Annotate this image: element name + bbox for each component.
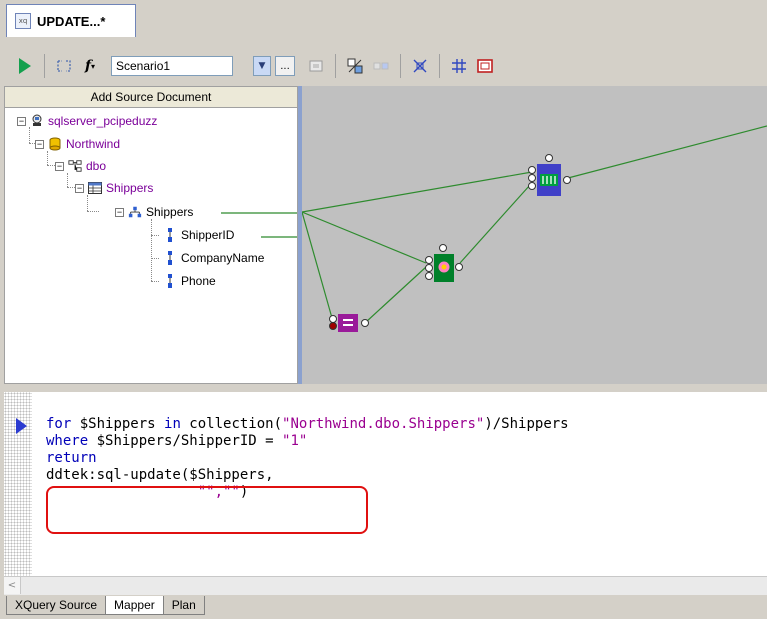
toolbar-separator — [400, 54, 401, 78]
run-icon — [19, 58, 31, 74]
tree-link-stubs — [221, 212, 297, 238]
document-tab-title: UPDATE...* — [37, 13, 106, 29]
xquery-editor[interactable]: for $Shippers in collection("Northwind.d… — [4, 392, 767, 576]
mapper-node-sql-update[interactable] — [528, 154, 571, 197]
code-token: $Shippers — [71, 416, 165, 432]
code-token: return — [46, 450, 97, 466]
mapper-node-equals[interactable] — [329, 314, 369, 332]
add-source-document-button[interactable]: Add Source Document — [5, 87, 297, 108]
view-tabs: XQuery Source Mapper Plan — [0, 596, 767, 619]
scenario-select[interactable]: Scenario1 — [111, 56, 233, 76]
code-token: )/Shippers — [484, 416, 569, 432]
code-token: $Shippers/ShipperID = — [88, 433, 283, 449]
code-token: in — [164, 416, 181, 432]
frame-icon[interactable] — [472, 53, 498, 79]
function-icon[interactable]: f ▾ — [77, 53, 103, 79]
toolbar-separator — [335, 54, 336, 78]
mapper-toolbar: f ▾ Scenario1 ▼ ... — [4, 44, 763, 88]
current-line-arrow-icon — [16, 418, 27, 434]
xquery-file-icon: xq — [15, 13, 31, 29]
tab-mapper[interactable]: Mapper — [105, 596, 164, 615]
view-icon[interactable] — [303, 53, 329, 79]
horizontal-splitter[interactable] — [0, 384, 767, 392]
tab-plan[interactable]: Plan — [162, 596, 205, 615]
code-token: ddtek:sql-update($Shippers, — [46, 467, 274, 483]
layout-icon[interactable] — [342, 53, 368, 79]
fit-icon[interactable] — [407, 53, 433, 79]
mapper-canvas[interactable] — [302, 86, 767, 384]
code-token: where — [46, 433, 89, 449]
chevron-down-icon[interactable]: ▼ — [253, 56, 271, 76]
highlight-annotation — [46, 486, 368, 534]
align-icon[interactable] — [446, 53, 472, 79]
document-tab[interactable]: xq UPDATE...* — [6, 4, 136, 37]
code-token: "Northwind.dbo.Shippers" — [282, 416, 485, 432]
document-tab-bar: xq UPDATE...* — [0, 0, 767, 42]
toolbar-separator — [439, 54, 440, 78]
source-document-pane: Add Source Document − sqlserver_pcipeduz… — [4, 86, 298, 384]
mapper-graph — [302, 125, 767, 332]
xquery-icon[interactable] — [51, 53, 77, 79]
toolbar-separator — [44, 54, 45, 78]
tab-xquery-source[interactable]: XQuery Source — [6, 596, 107, 615]
editor-horizontal-scrollbar[interactable]: < — [4, 576, 767, 595]
scenario-browse-button[interactable]: ... — [275, 56, 295, 76]
code-token: "1" — [282, 433, 308, 449]
code-token: for — [46, 416, 72, 432]
run-button[interactable] — [12, 53, 38, 79]
layout2-icon[interactable] — [368, 53, 394, 79]
scroll-left-icon[interactable]: < — [4, 577, 21, 594]
mapper-node-where[interactable] — [425, 244, 463, 283]
code-token: collection( — [180, 416, 283, 432]
source-tree: − sqlserver_pcipeduzz − Northwind − dbo … — [5, 107, 297, 377]
